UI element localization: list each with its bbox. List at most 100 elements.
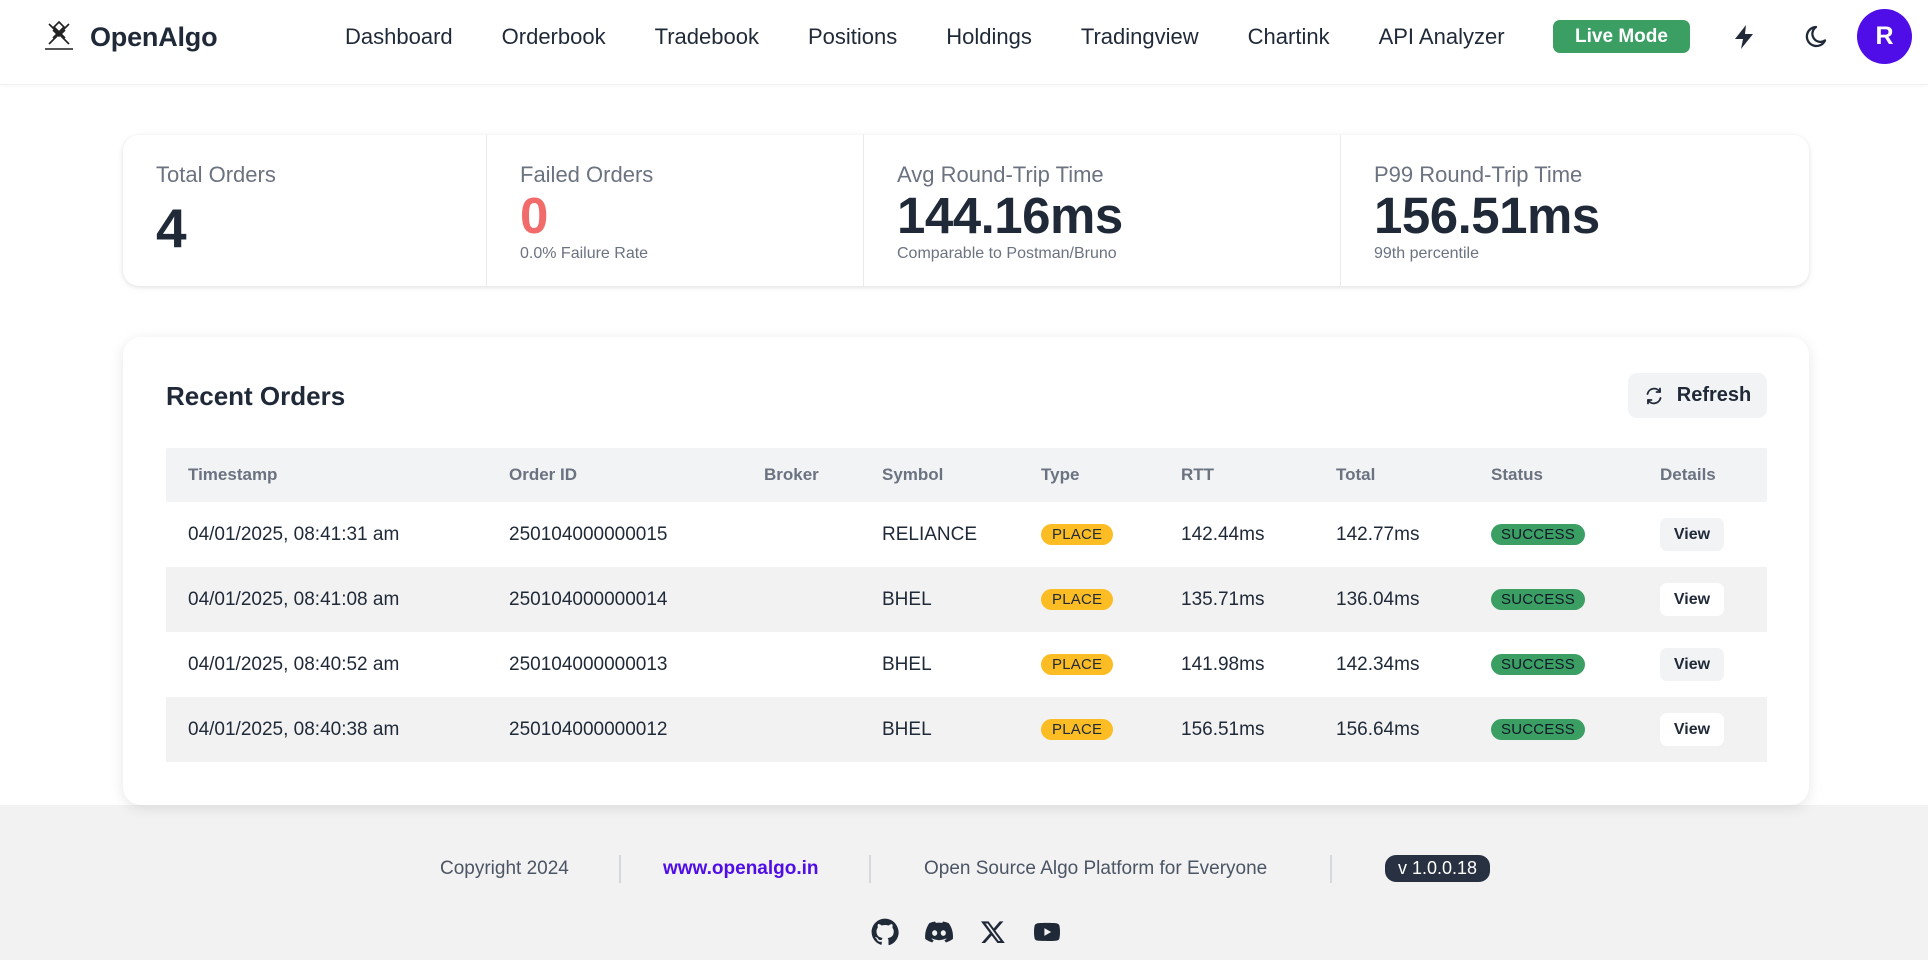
stat-value: 4 xyxy=(156,197,187,259)
recent-orders-card: Recent Orders Refresh Timestamp Order ID… xyxy=(123,337,1809,805)
nav-link-chartink[interactable]: Chartink xyxy=(1248,24,1330,50)
footer-tagline: Open Source Algo Platform for Everyone xyxy=(924,858,1268,879)
status-badge: SUCCESS xyxy=(1491,719,1585,740)
nav-links: Dashboard Orderbook Tradebook Positions … xyxy=(345,20,1505,54)
view-button[interactable]: View xyxy=(1660,518,1724,551)
refresh-icon xyxy=(1646,387,1662,404)
live-mode-badge[interactable]: Live Mode xyxy=(1553,20,1690,53)
refresh-button[interactable]: Refresh xyxy=(1628,373,1767,418)
cell-details: View xyxy=(1660,632,1724,697)
column-header: Type xyxy=(1041,465,1080,484)
nav-link-api-analyzer[interactable]: API Analyzer xyxy=(1379,24,1505,50)
footer: Copyright 2024 www.openalgo.in Open Sour… xyxy=(0,805,1928,960)
stat-p99-rtt: P99 Round-Trip Time 156.51ms 99th percen… xyxy=(1341,135,1809,286)
nav-link-orderbook[interactable]: Orderbook xyxy=(502,24,606,50)
type-badge: PLACE xyxy=(1041,719,1114,740)
cell-order-id: 250104000000014 xyxy=(509,588,668,610)
view-button[interactable]: View xyxy=(1660,583,1724,616)
openalgo-logo-icon xyxy=(45,20,73,50)
column-header: Order ID xyxy=(509,465,578,484)
type-badge: PLACE xyxy=(1041,589,1114,610)
cell-symbol: BHEL xyxy=(882,588,932,610)
stat-avg-rtt: Avg Round-Trip Time 144.16ms Comparable … xyxy=(864,135,1341,286)
moon-icon[interactable] xyxy=(1802,20,1836,54)
cell-status: SUCCESS xyxy=(1491,632,1585,697)
footer-divider xyxy=(869,855,871,883)
cell-type: PLACE xyxy=(1041,697,1114,762)
orders-table: Timestamp Order ID Broker Symbol Type RT… xyxy=(166,448,1767,762)
column-header: Total xyxy=(1336,465,1376,484)
cell-rtt: 135.71ms xyxy=(1181,588,1265,610)
nav-link-positions[interactable]: Positions xyxy=(808,24,897,50)
footer-info-row: Copyright 2024 www.openalgo.in Open Sour… xyxy=(0,853,1928,885)
cell-total: 142.34ms xyxy=(1336,653,1420,675)
cell-type: PLACE xyxy=(1041,502,1114,567)
stat-desc: Comparable to Postman/Bruno xyxy=(897,245,1117,262)
github-icon[interactable] xyxy=(870,917,900,947)
stat-desc: 99th percentile xyxy=(1374,245,1479,262)
cell-details: View xyxy=(1660,567,1724,632)
youtube-icon[interactable] xyxy=(1032,917,1062,947)
x-icon[interactable] xyxy=(978,917,1008,947)
view-button[interactable]: View xyxy=(1660,713,1724,746)
cell-type: PLACE xyxy=(1041,567,1114,632)
stats-panel: Total Orders 4 Failed Orders 0 0.0% Fail… xyxy=(123,135,1809,286)
cell-order-id: 250104000000013 xyxy=(509,653,668,675)
cell-total: 156.64ms xyxy=(1336,718,1420,740)
column-header: Timestamp xyxy=(188,465,278,484)
top-navbar: OpenAlgo Dashboard Orderbook Tradebook P… xyxy=(0,0,1928,85)
cell-total: 142.77ms xyxy=(1336,523,1420,545)
recent-orders-title: Recent Orders xyxy=(166,381,346,411)
user-avatar[interactable]: R xyxy=(1857,9,1912,64)
stat-failed-orders: Failed Orders 0 0.0% Failure Rate xyxy=(487,135,864,286)
stat-title: Total Orders xyxy=(156,162,276,187)
cell-total: 136.04ms xyxy=(1336,588,1420,610)
stat-value: 156.51ms xyxy=(1374,187,1600,244)
cell-timestamp: 04/01/2025, 08:41:08 am xyxy=(188,588,400,610)
table-row: 04/01/2025, 08:41:31 am 250104000000015 … xyxy=(166,502,1767,567)
stat-title: Avg Round-Trip Time xyxy=(897,162,1104,187)
cell-status: SUCCESS xyxy=(1491,502,1585,567)
cell-timestamp: 04/01/2025, 08:40:38 am xyxy=(188,718,400,740)
stat-value: 0 xyxy=(520,187,548,244)
nav-link-holdings[interactable]: Holdings xyxy=(946,24,1032,50)
cell-order-id: 250104000000012 xyxy=(509,718,668,740)
stat-total-orders: Total Orders 4 xyxy=(123,135,487,286)
status-badge: SUCCESS xyxy=(1491,654,1585,675)
cell-timestamp: 04/01/2025, 08:40:52 am xyxy=(188,653,400,675)
status-badge: SUCCESS xyxy=(1491,524,1585,545)
view-button[interactable]: View xyxy=(1660,648,1724,681)
nav-link-dashboard[interactable]: Dashboard xyxy=(345,24,453,50)
type-badge: PLACE xyxy=(1041,524,1114,545)
cell-details: View xyxy=(1660,697,1724,762)
column-header: Details xyxy=(1660,465,1716,484)
refresh-label: Refresh xyxy=(1676,384,1752,406)
nav-link-tradingview[interactable]: Tradingview xyxy=(1081,24,1199,50)
footer-copyright: Copyright 2024 xyxy=(440,858,569,879)
bolt-icon[interactable] xyxy=(1727,20,1761,54)
table-row: 04/01/2025, 08:40:52 am 250104000000013 … xyxy=(166,632,1767,697)
cell-order-id: 250104000000015 xyxy=(509,523,668,545)
table-header: Timestamp Order ID Broker Symbol Type RT… xyxy=(166,448,1767,502)
stat-value: 144.16ms xyxy=(897,187,1123,244)
column-header: Status xyxy=(1491,465,1543,484)
column-header: Symbol xyxy=(882,465,944,484)
cell-rtt: 141.98ms xyxy=(1181,653,1265,675)
cell-status: SUCCESS xyxy=(1491,697,1585,762)
brand[interactable]: OpenAlgo xyxy=(42,18,218,56)
discord-icon[interactable] xyxy=(924,917,954,947)
column-header: Broker xyxy=(764,465,819,484)
nav-link-tradebook[interactable]: Tradebook xyxy=(655,24,759,50)
footer-website-link[interactable]: www.openalgo.in xyxy=(663,853,819,885)
table-row: 04/01/2025, 08:40:38 am 250104000000012 … xyxy=(166,697,1767,762)
footer-divider xyxy=(619,855,621,883)
cell-symbol: BHEL xyxy=(882,718,932,740)
cell-details: View xyxy=(1660,502,1724,567)
status-badge: SUCCESS xyxy=(1491,589,1585,610)
table-row: 04/01/2025, 08:41:08 am 250104000000014 … xyxy=(166,567,1767,632)
column-header: RTT xyxy=(1181,465,1215,484)
cell-rtt: 142.44ms xyxy=(1181,523,1265,545)
stat-desc: 0.0% Failure Rate xyxy=(520,245,649,262)
type-badge: PLACE xyxy=(1041,654,1114,675)
cell-type: PLACE xyxy=(1041,632,1114,697)
